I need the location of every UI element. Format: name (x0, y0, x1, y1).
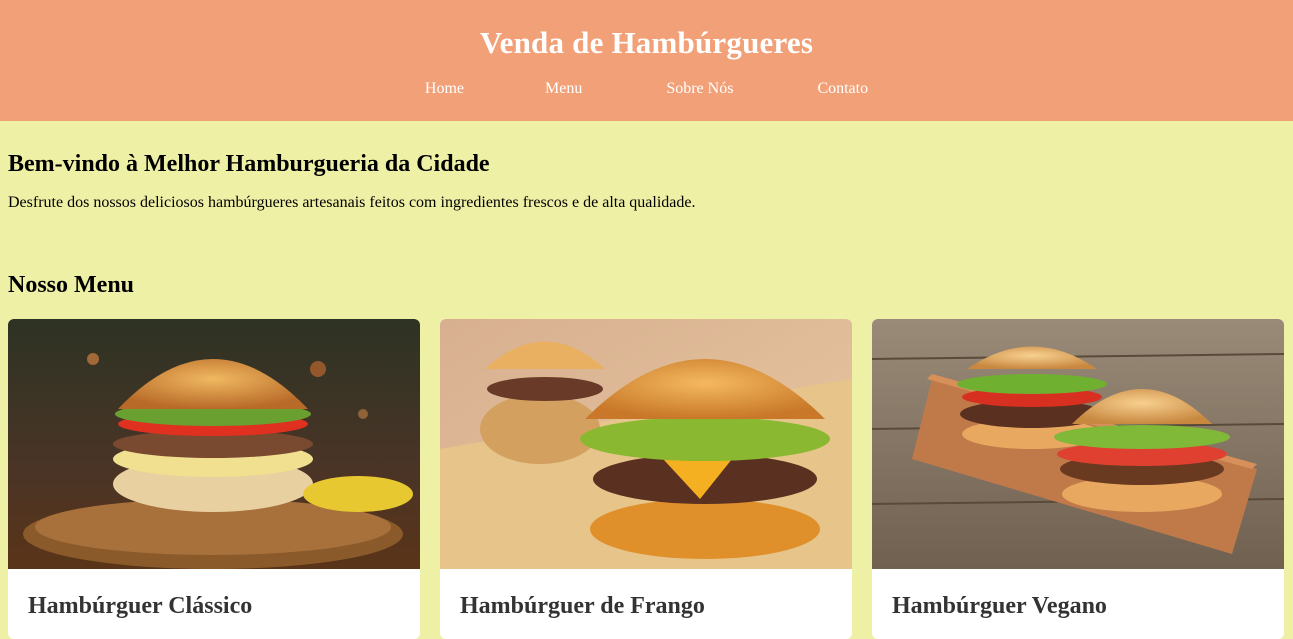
vegan-burger-image (872, 319, 1284, 569)
chicken-burger-image (440, 319, 852, 569)
nav-contact-link[interactable]: Contato (817, 80, 868, 98)
menu-card-classic[interactable]: Hambúrguer Clássico (8, 319, 420, 639)
welcome-text: Desfrute dos nossos deliciosos hambúrgue… (8, 194, 696, 211)
menu-item-name: Hambúrguer de Frango (460, 593, 705, 619)
menu-heading: Nosso Menu (8, 272, 135, 298)
nav-about-link[interactable]: Sobre Nós (666, 80, 733, 98)
nav-home-link[interactable]: Home (425, 80, 464, 98)
main-nav: Home Menu Sobre Nós Contato (0, 80, 1293, 98)
menu-item-name: Hambúrguer Clássico (28, 593, 253, 619)
site-title: Venda de Hambúrgueres (479, 25, 814, 60)
menu-card-chicken[interactable]: Hambúrguer de Frango (440, 319, 852, 639)
welcome-heading: Bem-vindo à Melhor Hamburgueria da Cidad… (8, 151, 490, 177)
nav-menu-link[interactable]: Menu (545, 80, 582, 98)
menu-card-vegan[interactable]: Hambúrguer Vegano (872, 319, 1284, 639)
classic-burger-image (8, 319, 420, 569)
site-header: Venda de Hambúrgueres Home Menu Sobre Nó… (0, 0, 1293, 121)
welcome-section: Bem-vindo à Melhor Hamburgueria da Cidad… (0, 121, 1293, 212)
menu-cards: Hambúrguer Clássico Hambúrguer de Frango… (8, 319, 1284, 639)
menu-item-name: Hambúrguer Vegano (892, 593, 1107, 619)
